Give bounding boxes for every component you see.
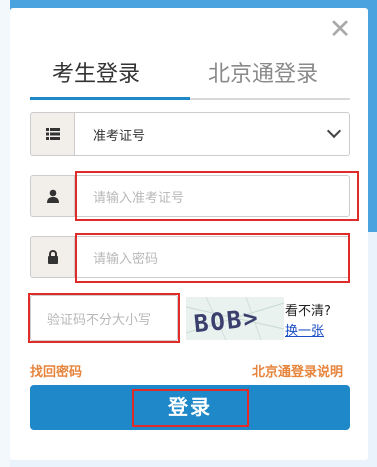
login-button-highlight [132,389,249,427]
close-icon[interactable]: ✕ [327,16,353,43]
id-type-row: 准考证号 [30,112,350,156]
exam-id-highlight [75,171,359,221]
captcha-highlight [28,293,180,343]
tab-beijingtong-login[interactable]: 北京通登录 [208,60,338,90]
beijingtong-help-link[interactable]: 北京通登录说明 [252,361,343,380]
id-type-select[interactable]: 准考证号 [74,112,350,156]
active-tab-indicator [30,97,190,100]
captcha-text: BOB> [193,304,261,339]
tab-candidate-login[interactable]: 考生登录 [52,60,172,90]
captcha-image[interactable]: BOB> [186,297,284,340]
list-icon [30,112,74,156]
background-strip [0,0,10,467]
forgot-password-link[interactable]: 找回密码 [30,361,82,380]
password-highlight [75,233,350,283]
user-icon [30,175,74,217]
login-tabs: 考生登录 北京通登录 [30,60,350,102]
chevron-down-icon [326,123,342,139]
lock-icon [30,236,74,278]
captcha-unclear-label: 看不清? [285,304,331,319]
captcha-refresh-link[interactable]: 换一张 [285,320,324,339]
id-type-value: 准考证号 [93,128,146,144]
